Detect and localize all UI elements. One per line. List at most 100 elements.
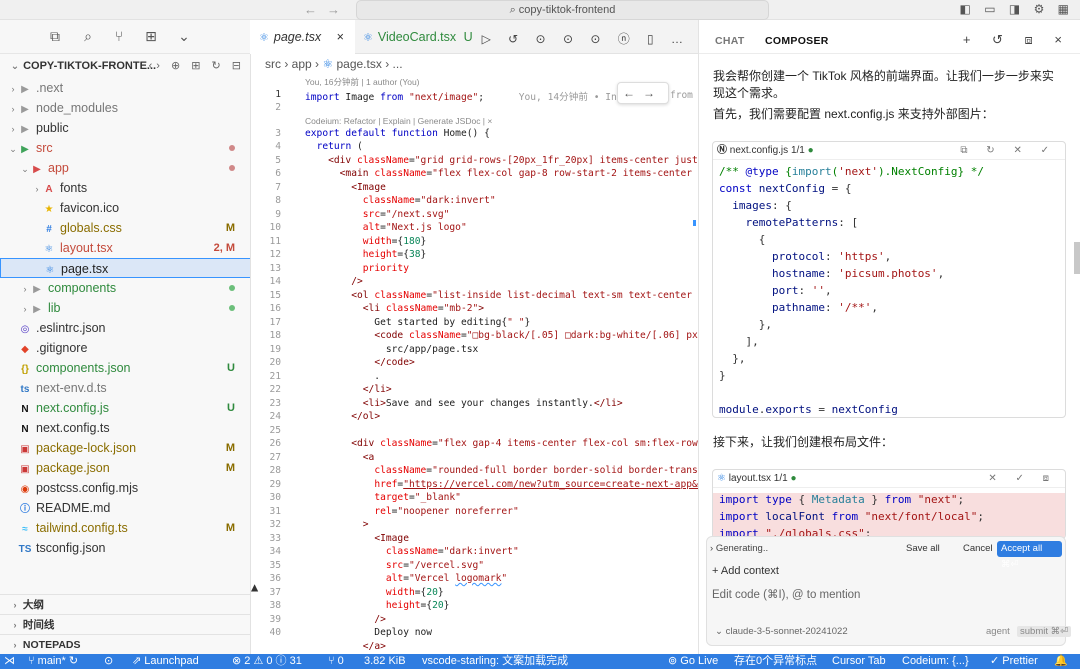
breadcrumb-more[interactable]: ... [393, 57, 403, 71]
tree-item[interactable]: › ▶ .next [0, 78, 250, 98]
info-icon: ⓘ [20, 504, 30, 515]
accept-all-button[interactable]: Accept all ⌘⏎ [997, 541, 1062, 570]
tree-item[interactable]: ⌄ ▶ src [0, 138, 250, 158]
tree-item[interactable]: › ▶ node_modules [0, 98, 250, 118]
remote-icon[interactable]: ⋊ [4, 654, 15, 669]
add-context-button[interactable]: + Add context [712, 565, 779, 577]
submit-button[interactable]: submit ⌘⏎ [1017, 626, 1072, 637]
chevron-icon[interactable]: › [8, 99, 18, 118]
tree-item[interactable]: ts next-env.d.ts [0, 378, 250, 398]
tree-item[interactable]: › Afonts [0, 178, 250, 198]
prev-arrow-icon[interactable]: ← [623, 86, 643, 100]
save-all-button[interactable]: Save all [902, 541, 944, 557]
tree-item[interactable]: ◎ .eslintrc.json [0, 318, 250, 338]
folder-icon: ▶ [21, 84, 29, 95]
tree-item[interactable]: ◆ .gitignore [0, 338, 250, 358]
code-line-26: <div className="flex gap-4 items-center … [351, 438, 698, 449]
tree-item[interactable]: › ▶ public [0, 118, 250, 138]
code-block-layout: ⚛ layout.tsx 1/1 ● ✕ ✓ ⧈ import type { M… [712, 469, 1066, 539]
line-number: 22 [269, 384, 281, 395]
layout-toggle-icons[interactable]: ◧ ▭ ◨ ⚙ ▦ [960, 2, 1074, 16]
tab-composer[interactable]: COMPOSER [765, 20, 829, 54]
codeium-status[interactable]: Codeium: {...} [902, 654, 969, 669]
branch-indicator[interactable]: ⑂ main* ↻ [28, 654, 78, 669]
explorer-icon[interactable]: ⧉ [47, 28, 63, 44]
ports-indicator[interactable]: ⑂ 0 [328, 654, 344, 669]
composer-input[interactable]: Edit code (⌘I), @ to mention [712, 587, 860, 601]
git-status-badge: M [225, 442, 235, 454]
code-block-actions[interactable]: ✕ ✓ ⧈ [988, 470, 1057, 488]
extensions-icon[interactable]: ⊞ [143, 28, 159, 44]
tree-item[interactable]: ⓘ README.md [0, 498, 250, 518]
chevron-icon[interactable]: ⌄ [8, 139, 18, 158]
code-line-16: <li className="mb-2"> [362, 303, 485, 314]
punctuation-status[interactable]: 存在0个异常标点 [734, 654, 817, 669]
code-line-18: <code className="□bg-black/[.05] □dark:b… [374, 330, 698, 341]
activity-bar: ⧉ ⌕ ⑂ ⊞ ⌄ [0, 20, 250, 54]
outline-section[interactable]: › 大纲 [0, 594, 250, 614]
cb1-line: protocol: 'https', [771, 250, 892, 263]
chevron-icon[interactable]: › [20, 299, 30, 318]
tree-item[interactable]: {} components.json U [0, 358, 250, 378]
next-arrow-icon[interactable]: → [643, 86, 663, 100]
chat-actions[interactable]: + ↺ ⧈ × [963, 32, 1071, 48]
tree-item[interactable]: ≈ tailwind.config.ts M [0, 518, 250, 538]
explorer-actions[interactable]: ‹› ⊕ ⊞ ↻ ⊟ [149, 54, 245, 78]
mode-selector[interactable]: agent [986, 626, 1010, 637]
tree-item[interactable]: ⚛ layout.tsx 2, M [0, 238, 250, 258]
tree-item[interactable]: › ▶ components [0, 278, 250, 298]
breadcrumb-file[interactable]: page.tsx [336, 57, 381, 71]
tree-item[interactable]: ▣ package-lock.json M [0, 438, 250, 458]
chevron-icon[interactable]: › [8, 79, 18, 98]
search-icon: ⌕ [509, 4, 519, 16]
code-block-actions[interactable]: ⧉ ↻ ✕ ✓ [960, 142, 1057, 160]
codelens[interactable]: Codeium: Refactor | Explain | Generate J… [305, 116, 492, 126]
timeline-section[interactable]: › 时间线 [0, 614, 250, 634]
code-editor[interactable]: You, 16分钟前 | 1 author (You) 1 2 3 4 5 6 7 8 9 10 1… [251, 74, 698, 654]
breadcrumb-app[interactable]: app [292, 57, 312, 71]
tree-item[interactable]: ◉ postcss.config.mjs [0, 478, 250, 498]
go-live-button[interactable]: ⊚ Go Live [668, 654, 718, 669]
source-control-icon[interactable]: ⑂ [111, 28, 127, 44]
editor-actions[interactable]: ▷ ↺ ⊙ ⊙ ⊙ ⓝ ▯ … [482, 30, 690, 47]
tree-item[interactable]: › ▶ lib [0, 298, 250, 318]
problems-indicator[interactable]: ⊗ 2 ⚠ 0 ⓘ 31 [232, 654, 302, 669]
tab-page-tsx[interactable]: ⚛ page.tsx × [251, 20, 355, 54]
chevron-icon[interactable]: › [20, 279, 30, 298]
notifications-icon[interactable]: 🔔 [1054, 654, 1068, 669]
prettier-status[interactable]: ✓ Prettier [990, 654, 1038, 669]
tree-item[interactable]: ★ favicon.ico [0, 198, 250, 218]
history-nav-icons[interactable]: ←→ [304, 2, 350, 17]
close-icon[interactable]: × [337, 30, 344, 44]
code-block-next-config: Ⓝ next.config.js 1/1 ● ⧉ ↻ ✕ ✓ /** @type… [712, 141, 1066, 418]
tree-item[interactable]: ▣ package.json M [0, 458, 250, 478]
tab-chat[interactable]: CHAT [715, 20, 745, 54]
search-icon[interactable]: ⌕ [80, 28, 96, 44]
cancel-button[interactable]: Cancel [959, 541, 997, 557]
chat-scrollbar[interactable] [1074, 242, 1080, 274]
starling-status[interactable]: vscode-starling: 文案加载完成 [422, 654, 568, 669]
command-center-search[interactable]: ⌕ copy-tiktok-frontend [356, 0, 769, 20]
launchpad-button[interactable]: ⇗ Launchpad [132, 654, 199, 669]
sync-icon[interactable]: ⊙ [104, 654, 113, 669]
tree-item[interactable]: Nnext.config.js U [0, 398, 250, 418]
tree-item[interactable]: ⚛ page.tsx [0, 258, 250, 278]
code-line-19: src/app/page.tsx [305, 344, 479, 355]
chevron-icon[interactable]: › [32, 179, 42, 198]
line-number: 26 [269, 438, 281, 449]
chevron-down-icon[interactable]: ⌄ [176, 28, 192, 44]
tree-item[interactable]: TS tsconfig.json [0, 538, 250, 558]
chevron-icon[interactable]: › [8, 119, 18, 138]
inline-diff-nav[interactable]: ←→ [617, 82, 669, 104]
cursor-tab-status[interactable]: Cursor Tab [832, 654, 886, 669]
notepads-section[interactable]: › NOTEPADS [0, 634, 250, 654]
breadcrumb-src[interactable]: src [265, 57, 281, 71]
tree-item[interactable]: # globals.css M [0, 218, 250, 238]
tab-videocard-tsx[interactable]: ⚛ VideoCard.tsx U [355, 20, 483, 54]
line-number: 39 [269, 614, 281, 625]
model-selector[interactable]: ⌄ claude-3-5-sonnet-20241022 [715, 626, 848, 637]
tree-item[interactable]: ⌄ ▶ app [0, 158, 250, 178]
tree-item-label: next.config.ts [36, 421, 110, 435]
chevron-icon[interactable]: ⌄ [20, 159, 30, 178]
tree-item[interactable]: Nnext.config.ts [0, 418, 250, 438]
